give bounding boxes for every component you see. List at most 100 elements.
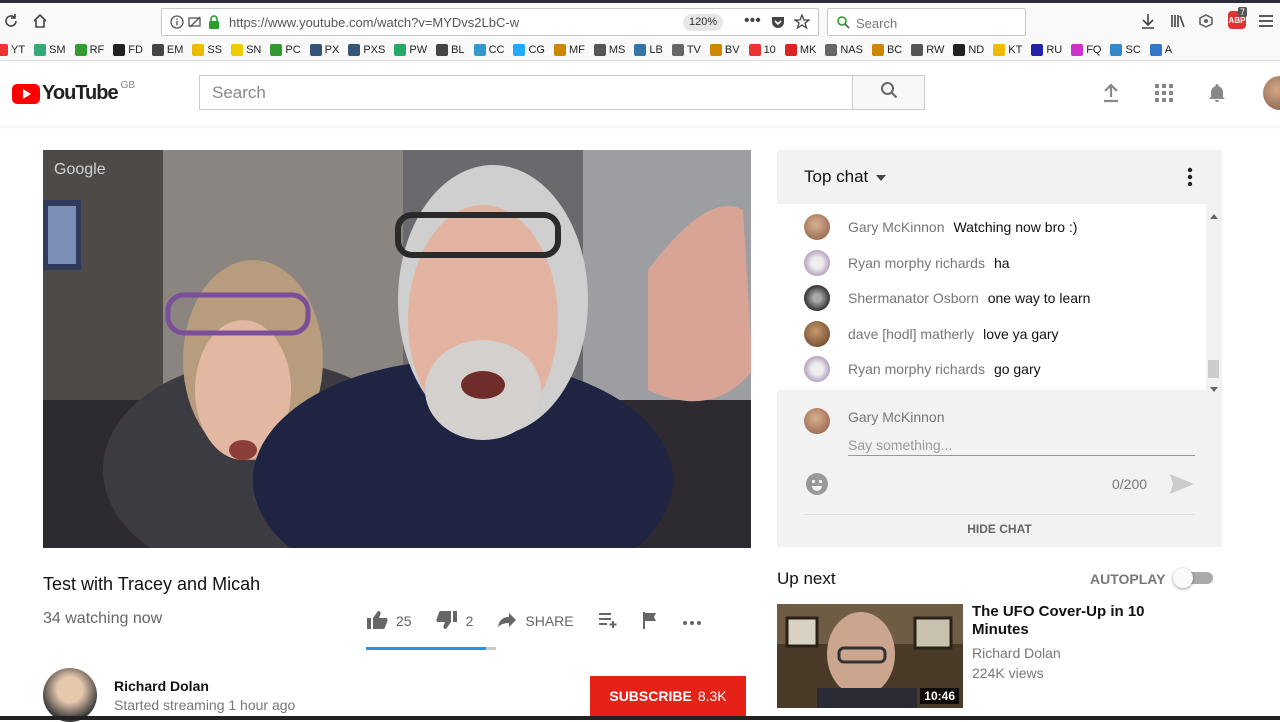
channel-name[interactable]: Richard Dolan — [114, 678, 209, 694]
subscribe-label: SUBSCRIBE — [609, 688, 692, 704]
pocket-icon[interactable] — [771, 15, 785, 34]
bookmark-item[interactable]: PC — [270, 43, 301, 56]
video-player[interactable]: Google — [43, 150, 751, 548]
bookmark-item[interactable]: FQ — [1071, 43, 1101, 56]
chat-menu-icon[interactable] — [1180, 165, 1200, 189]
send-icon[interactable] — [1169, 472, 1195, 496]
chat-scrollbar[interactable] — [1206, 204, 1222, 392]
library-icon[interactable] — [1170, 13, 1186, 34]
chat-message[interactable]: Ryan morphy richards go gary — [804, 356, 1041, 382]
chat-message-input[interactable] — [848, 434, 1195, 456]
permissions-icon[interactable] — [188, 15, 202, 34]
bookmark-item[interactable]: 10 — [748, 43, 776, 56]
account-avatar[interactable] — [1263, 76, 1280, 110]
bookmark-item[interactable]: ND — [953, 43, 985, 56]
menu-icon[interactable] — [1258, 14, 1274, 33]
recommended-title[interactable]: The UFO Cover-Up in 10 Minutes — [972, 603, 1192, 639]
bookmark-item[interactable]: BL — [436, 43, 465, 56]
chat-author-name[interactable]: dave [hodl] matherly — [848, 326, 974, 342]
share-button[interactable]: SHARE — [497, 612, 574, 631]
bookmark-favicon-icon — [993, 43, 1006, 56]
taskbar-strip — [0, 716, 1280, 720]
scrollbar-thumb[interactable] — [1208, 360, 1219, 378]
youtube-search-button[interactable] — [852, 75, 925, 110]
emoji-icon[interactable] — [805, 472, 829, 496]
chat-author-name[interactable]: Shermanator Osborn — [848, 290, 979, 306]
bookmark-item[interactable]: RU — [1031, 43, 1063, 56]
zoom-level[interactable]: 120% — [683, 14, 724, 31]
subscribe-button[interactable]: SUBSCRIBE 8.3K — [590, 676, 746, 716]
chat-author-avatar[interactable] — [804, 214, 830, 240]
bookmark-item[interactable]: CC — [473, 43, 504, 56]
downloads-icon[interactable] — [1140, 13, 1156, 34]
add-to-playlist-button[interactable] — [598, 612, 618, 631]
chat-author-avatar[interactable] — [804, 356, 830, 382]
bookmark-item[interactable]: MS — [593, 43, 625, 56]
bookmarks-toolbar: YT SM RF FD EM SS SN PC PX PXS PW BL CC CG MF MS LB TV BV 1… — [0, 39, 1280, 61]
url-text[interactable]: https://www.youtube.com/watch?v=MYDvs2Lb… — [229, 15, 519, 30]
bookmark-item[interactable]: SM — [34, 43, 66, 56]
bookmark-item[interactable]: LB — [634, 43, 663, 56]
bookmark-item[interactable]: PXS — [348, 43, 385, 56]
info-icon[interactable] — [170, 15, 184, 34]
notifications-bell-icon[interactable] — [1204, 80, 1230, 106]
scroll-up-icon[interactable] — [1210, 206, 1218, 224]
dislike-button[interactable]: 2 — [435, 610, 473, 633]
bookmark-item[interactable]: SS — [192, 43, 222, 56]
lock-icon[interactable] — [207, 14, 221, 35]
bookmark-item[interactable]: EM — [151, 43, 183, 56]
bookmark-item[interactable]: YT — [0, 43, 25, 56]
bookmark-item[interactable]: RW — [911, 43, 944, 56]
bookmark-item[interactable]: BV — [709, 43, 740, 56]
youtube-logo[interactable]: YouTube GB — [12, 80, 135, 105]
bookmark-item[interactable]: KT — [993, 43, 1022, 56]
chat-author-name[interactable]: Gary McKinnon — [848, 219, 944, 235]
bookmark-item[interactable]: NAS — [825, 43, 863, 56]
chat-message[interactable]: Gary McKinnon Watching now bro :) — [804, 214, 1077, 240]
reload-icon[interactable] — [0, 7, 25, 35]
bookmark-label: MK — [799, 43, 817, 56]
bookmark-item[interactable]: RF — [74, 43, 104, 56]
chat-author-name[interactable]: Ryan morphy richards — [848, 361, 985, 377]
autoplay-toggle[interactable] — [1173, 568, 1213, 588]
chat-author-avatar[interactable] — [804, 249, 830, 276]
bookmark-label: ND — [968, 43, 985, 56]
chat-author-avatar[interactable] — [804, 320, 830, 347]
bookmark-item[interactable]: BC — [871, 43, 902, 56]
bookmark-favicon-icon — [473, 43, 486, 56]
bookmark-item[interactable]: PX — [309, 43, 339, 56]
chat-author-name[interactable]: Ryan morphy richards — [848, 255, 985, 271]
char-counter: 0/200 — [1112, 476, 1148, 492]
report-button[interactable] — [642, 611, 658, 632]
bookmark-item[interactable]: SN — [231, 43, 261, 56]
bookmark-label: RU — [1046, 43, 1063, 56]
bookmark-item[interactable]: PW — [394, 43, 427, 56]
youtube-search-input[interactable] — [200, 76, 853, 109]
bookmark-item[interactable]: MK — [784, 43, 817, 56]
browser-search-box[interactable]: Search — [827, 8, 1026, 36]
like-button[interactable]: 25 — [366, 610, 412, 633]
bookmark-item[interactable]: SC — [1110, 43, 1141, 56]
more-actions-icon[interactable]: ••• — [744, 12, 761, 30]
recommended-thumbnail[interactable]: 10:46 — [777, 604, 963, 708]
bookmark-star-icon[interactable] — [793, 13, 811, 35]
home-icon[interactable] — [26, 7, 54, 35]
chat-message[interactable]: Shermanator Osborn one way to learn — [804, 285, 1090, 311]
hide-chat-button[interactable]: HIDE CHAT — [777, 522, 1222, 536]
chat-author-avatar[interactable] — [804, 285, 830, 311]
channel-avatar[interactable] — [43, 668, 97, 722]
upload-icon[interactable] — [1098, 80, 1124, 106]
extension-icon[interactable] — [1198, 13, 1214, 34]
bookmark-item[interactable]: TV — [671, 43, 701, 56]
more-options-button[interactable] — [682, 613, 702, 629]
bookmark-item[interactable]: FD — [113, 43, 143, 56]
chat-mode-dropdown[interactable]: Top chat — [804, 167, 886, 187]
chat-message[interactable]: Ryan morphy richards ha — [804, 249, 1010, 276]
scroll-down-icon[interactable] — [1210, 380, 1218, 398]
apps-grid-icon[interactable] — [1151, 80, 1177, 106]
chat-message[interactable]: dave [hodl] matherly love ya gary — [804, 320, 1059, 347]
bookmark-item[interactable]: A — [1149, 43, 1172, 56]
address-bar[interactable]: https://www.youtube.com/watch?v=MYDvs2Lb… — [161, 8, 819, 36]
bookmark-item[interactable]: CG — [513, 43, 545, 56]
bookmark-item[interactable]: MF — [553, 43, 585, 56]
